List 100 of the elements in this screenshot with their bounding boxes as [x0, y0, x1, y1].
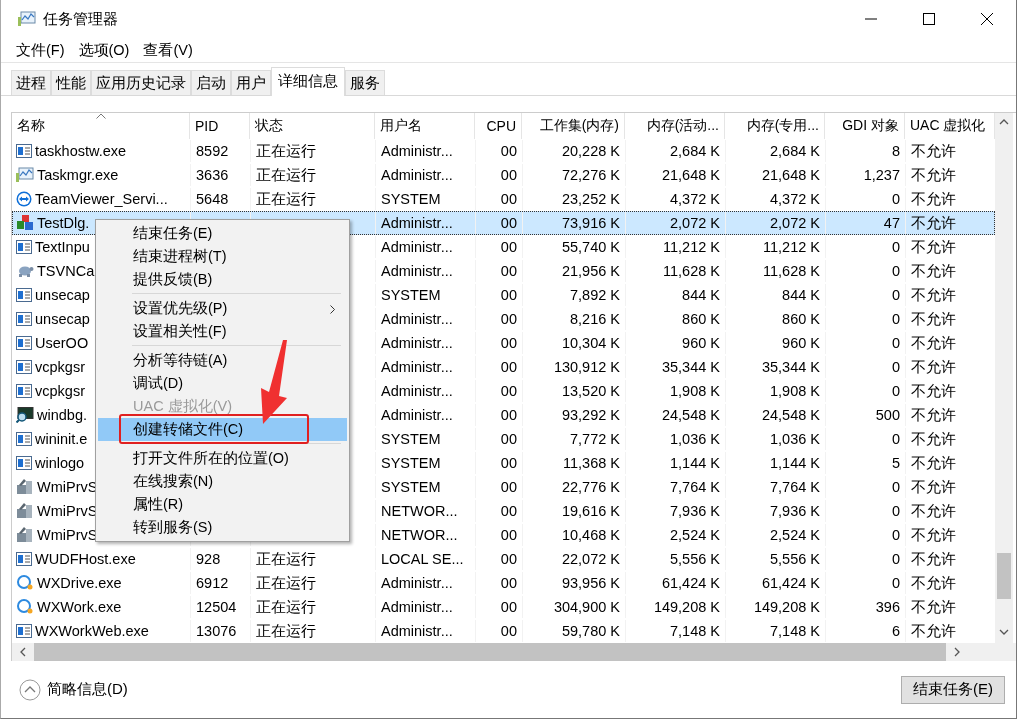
maximize-icon: [923, 13, 935, 25]
table-cell: 0: [891, 335, 900, 351]
tab[interactable]: 进程: [11, 70, 51, 95]
table-cell: 149,208 K: [653, 599, 720, 615]
context-menu-item[interactable]: 分析等待链(A): [98, 349, 347, 372]
table-cell: Administr...: [381, 215, 453, 231]
tab[interactable]: 详细信息: [271, 67, 345, 96]
column-header[interactable]: CPU: [475, 113, 522, 139]
column-header[interactable]: 工作集(内存): [522, 113, 625, 139]
end-task-button[interactable]: 结束任务(E): [901, 675, 1005, 704]
table-cell: 11,212 K: [663, 239, 720, 255]
window-icon: [16, 335, 32, 351]
table-cell: Administr...: [381, 335, 453, 351]
column-header[interactable]: 内存(专用...: [725, 113, 825, 139]
scroll-left-icon[interactable]: [20, 647, 26, 657]
table-cell: 23,252 K: [561, 191, 620, 207]
table-cell: 10,304 K: [561, 335, 620, 351]
process-name: vcpkgsr: [35, 383, 85, 399]
column-header[interactable]: GDI 对象: [825, 113, 905, 139]
column-header[interactable]: 用户名: [375, 113, 475, 139]
table-cell: 396: [875, 599, 900, 615]
submenu-chevron-icon: [330, 305, 335, 314]
table-cell: Administr...: [381, 623, 453, 639]
chat-bubble-icon: [16, 599, 34, 615]
table-cell: 1,036 K: [770, 431, 820, 447]
table-cell: 13,520 K: [561, 383, 620, 399]
table-cell: SYSTEM: [381, 191, 441, 207]
window-icon: [16, 359, 32, 375]
close-icon: [981, 13, 993, 25]
tools-icon: [16, 503, 34, 519]
table-cell: 6912: [196, 575, 229, 591]
table-cell: 00: [500, 551, 517, 567]
table-cell: Administr...: [381, 599, 453, 615]
magnifier-monitor-icon: [16, 407, 34, 423]
vertical-scrollbar[interactable]: [995, 113, 1013, 643]
table-cell: 844 K: [782, 287, 820, 303]
context-menu-item[interactable]: 设置优先级(P): [98, 297, 347, 320]
table-cell: 不允许: [911, 141, 956, 161]
window-icon: [16, 287, 32, 303]
menu-item[interactable]: 查看(V): [143, 40, 193, 60]
table-cell: 149,208 K: [753, 599, 820, 615]
process-name: TestDlg.: [37, 215, 90, 231]
table-cell: 不允许: [911, 309, 956, 329]
scroll-right-icon[interactable]: [954, 647, 960, 657]
column-header[interactable]: 名称: [12, 113, 190, 139]
table-cell: 0: [891, 263, 900, 279]
scroll-down-icon[interactable]: [999, 629, 1009, 635]
table-cell: 00: [500, 455, 517, 471]
tab[interactable]: 应用历史记录: [91, 70, 191, 95]
column-header[interactable]: PID: [190, 113, 250, 139]
context-menu-item[interactable]: 调试(D): [98, 372, 347, 395]
context-menu-item[interactable]: 提供反馈(B): [98, 268, 347, 291]
table-cell: Administr...: [381, 239, 453, 255]
context-menu-item[interactable]: 结束进程树(T): [98, 245, 347, 268]
table-cell: 11,368 K: [563, 455, 620, 471]
menu-item[interactable]: 文件(F): [16, 40, 65, 60]
table-cell: 不允许: [911, 357, 956, 377]
table-cell: 00: [500, 311, 517, 327]
table-cell: 4,372 K: [770, 191, 820, 207]
table-cell: 00: [500, 287, 517, 303]
collapse-icon[interactable]: [19, 678, 41, 701]
table-cell: Administr...: [381, 575, 453, 591]
context-menu-item[interactable]: 属性(R): [98, 493, 347, 516]
table-cell: 0: [891, 311, 900, 327]
process-name: TextInpu: [35, 239, 90, 255]
table-cell: 正在运行: [256, 597, 316, 617]
table-cell: 00: [500, 335, 517, 351]
process-name: unsecap: [35, 287, 90, 303]
table-cell: 00: [500, 623, 517, 639]
tab[interactable]: 性能: [51, 70, 91, 95]
process-name: windbg.: [37, 407, 87, 423]
table-cell: Administr...: [381, 143, 453, 159]
scrollbar-thumb[interactable]: [997, 553, 1011, 599]
brief-info-link[interactable]: 简略信息(D): [47, 680, 128, 699]
context-menu-item[interactable]: 设置相关性(F): [98, 320, 347, 343]
table-cell: 24,548 K: [761, 407, 820, 423]
table-cell: SYSTEM: [381, 455, 441, 471]
table-cell: 93,956 K: [561, 575, 620, 591]
column-header[interactable]: 状态: [250, 113, 375, 139]
window-icon: [16, 455, 32, 471]
window-title: 任务管理器: [43, 9, 118, 29]
column-header[interactable]: 内存(活动...: [625, 113, 725, 139]
table-cell: 00: [500, 599, 517, 615]
table-cell: 7,892 K: [570, 287, 620, 303]
table-cell: 7,148 K: [670, 623, 720, 639]
tab[interactable]: 用户: [231, 70, 271, 95]
tab[interactable]: 服务: [345, 70, 385, 95]
tab[interactable]: 启动: [191, 70, 231, 95]
context-menu-item[interactable]: 在线搜索(N): [98, 470, 347, 493]
tools-icon: [16, 527, 34, 543]
context-menu-item[interactable]: 打开文件所在的位置(O): [98, 447, 347, 470]
table-cell: 2,684 K: [670, 143, 720, 159]
table-cell: 2,524 K: [770, 527, 820, 543]
table-cell: 00: [500, 167, 517, 183]
window-icon: [16, 551, 32, 567]
context-menu-item[interactable]: 转到服务(S): [98, 516, 347, 539]
scroll-up-icon[interactable]: [999, 119, 1009, 125]
table-cell: 不允许: [911, 621, 956, 641]
menu-item[interactable]: 选项(O): [78, 40, 130, 60]
table-cell: Administr...: [381, 167, 453, 183]
